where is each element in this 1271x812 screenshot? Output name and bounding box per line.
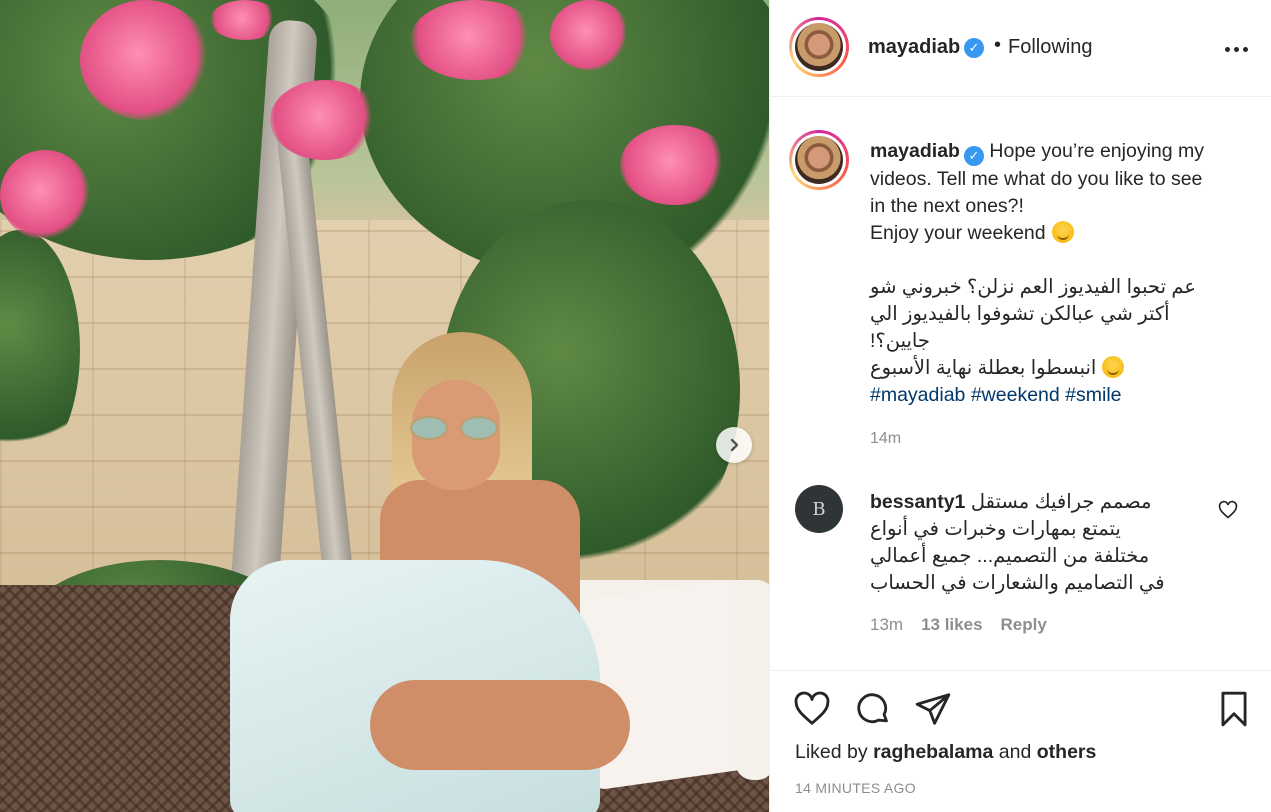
bougainvillea-flower: [550, 0, 630, 70]
legs: [370, 680, 630, 770]
bougainvillea-flower: [0, 150, 90, 240]
arabic-caption-line: أكتر شي عبالكن تشوفوا بالفيديوز الي: [870, 303, 1170, 325]
separator-dot: •: [994, 34, 1002, 56]
post-photo[interactable]: [0, 0, 769, 812]
verified-badge-icon: ✓: [964, 38, 984, 58]
sunglasses: [410, 416, 504, 440]
hugging-face-emoji-icon: [1051, 221, 1074, 243]
cushion: [735, 580, 769, 780]
bougainvillea-flower: [210, 0, 280, 40]
caption-avatar[interactable]: [789, 130, 849, 190]
liked-by-others[interactable]: others: [1037, 741, 1097, 763]
caption-line: Enjoy your weekend: [870, 222, 1046, 244]
bougainvillea-flower: [270, 80, 380, 160]
caption-username[interactable]: mayadiab: [870, 140, 960, 162]
header-username[interactable]: mayadiab: [868, 36, 960, 59]
arabic-caption-line: جايين؟!: [870, 330, 930, 352]
like-button[interactable]: [792, 689, 832, 729]
liked-by-prefix: Liked by: [795, 741, 868, 763]
reply-button[interactable]: Reply: [1001, 615, 1047, 635]
smiling-face-emoji-icon: [1102, 356, 1125, 378]
avatar[interactable]: [789, 17, 849, 77]
caption-time[interactable]: 14m: [870, 430, 901, 448]
comment-line: في التصاميم والشعارات في الحساب: [870, 572, 1165, 594]
next-slide-button[interactable]: [716, 427, 752, 463]
comment-meta: 13m 13 likes Reply: [870, 615, 1047, 635]
comment-time[interactable]: 13m: [870, 615, 903, 635]
comment-line: مصمم جرافيك مستقل: [970, 491, 1152, 513]
bougainvillea-flower: [620, 125, 730, 205]
comment-avatar[interactable]: B: [795, 485, 843, 533]
caption-line: in the next ones?!: [870, 195, 1024, 217]
comment-line: يتمتع بمهارات وخبرات في أنواع: [870, 518, 1121, 540]
save-button[interactable]: [1214, 689, 1254, 729]
comment-likes[interactable]: 13 likes: [921, 615, 982, 635]
hashtag-link[interactable]: #weekend: [971, 384, 1060, 406]
liked-by: Liked by raghebalama and others: [795, 741, 1096, 764]
liked-by-and: and: [998, 741, 1032, 763]
comment-username[interactable]: bessanty1: [870, 491, 965, 513]
hashtag-link[interactable]: #mayadiab: [870, 384, 965, 406]
heart-icon: [794, 691, 830, 725]
post-sidebar: mayadiab ✓ • Following mayadiab ✓ Hope yo…: [769, 0, 1271, 812]
actions-bar: Liked by raghebalama and others 14 MINUT…: [770, 670, 1271, 812]
bougainvillea-flower: [80, 0, 210, 120]
post-timestamp[interactable]: 14 MINUTES AGO: [795, 780, 916, 796]
comment-button[interactable]: [853, 689, 893, 729]
verified-badge-icon: ✓: [963, 146, 984, 166]
comment-line: مختلفة من التصميم... جميع أعمالي: [870, 545, 1150, 567]
liked-by-user[interactable]: raghebalama: [873, 741, 993, 763]
woman-figure: [230, 320, 660, 812]
bookmark-icon: [1221, 691, 1247, 727]
arabic-caption-line: عم تحبوا الفيديوز العم نزلن؟ خبروني شو: [870, 276, 1197, 298]
paper-plane-icon: [915, 693, 951, 725]
arabic-caption-line: انبسطوا بعطلة نهاية الأسبوع: [870, 357, 1097, 379]
following-button[interactable]: Following: [1008, 36, 1092, 59]
caption-line: Hope you’re enjoying my: [989, 140, 1205, 162]
bougainvillea-flower: [410, 0, 540, 80]
heart-icon[interactable]: [1218, 500, 1238, 520]
caption-text: mayadiab ✓ Hope you’re enjoying my videos…: [870, 138, 1240, 409]
share-button[interactable]: [913, 689, 953, 729]
caption-line: videos. Tell me what do you like to see: [870, 168, 1203, 190]
comment-bubble-icon: [857, 693, 888, 724]
chevron-right-icon: [730, 438, 739, 452]
comment-text: bessanty1 مصمم جرافيك مستقل يتمتع بمهارا…: [870, 489, 1200, 597]
more-options-icon[interactable]: [1225, 37, 1251, 61]
hashtag-link[interactable]: #smile: [1065, 384, 1121, 406]
post-header: mayadiab ✓ • Following: [770, 0, 1271, 97]
